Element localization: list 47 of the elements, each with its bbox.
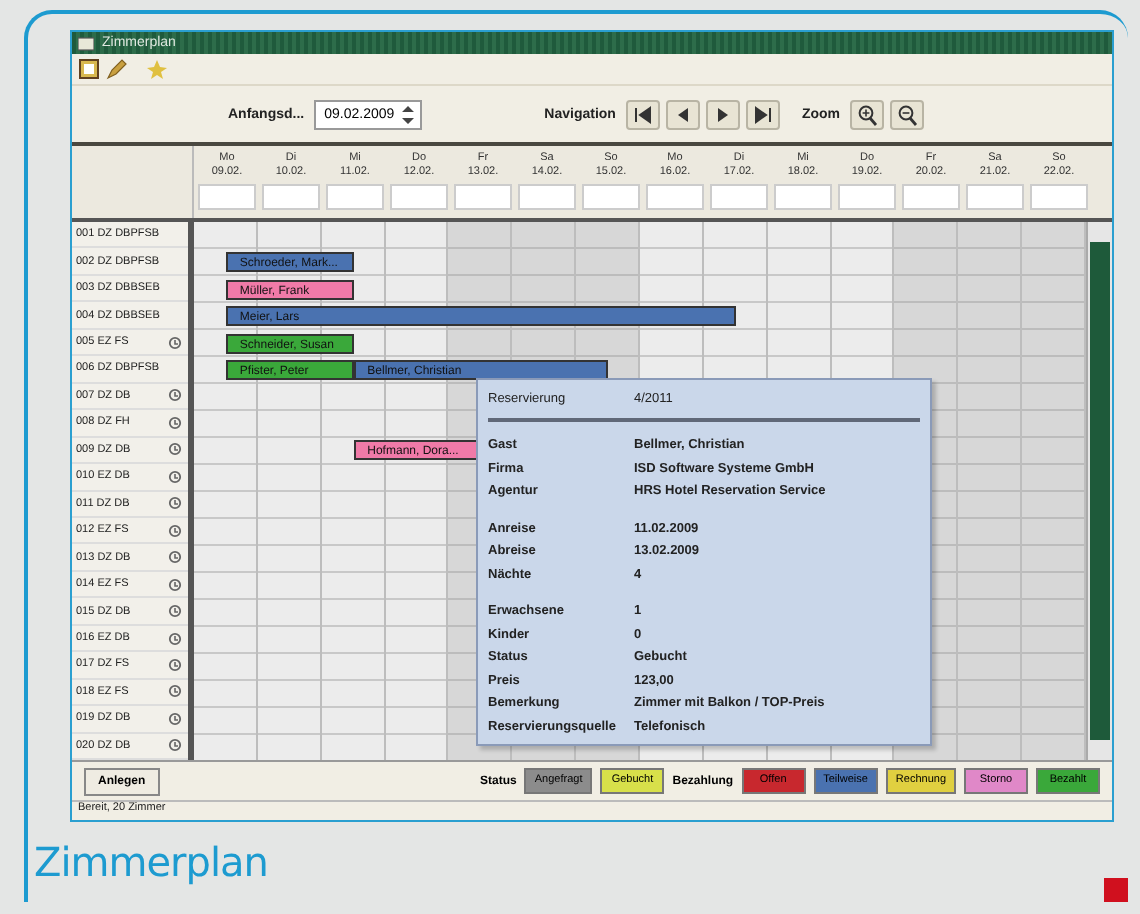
star-icon[interactable]	[146, 58, 168, 80]
clock-icon	[168, 388, 182, 403]
day-input-field[interactable]	[517, 184, 577, 210]
zoom-in-icon	[856, 103, 879, 125]
clock-icon	[168, 604, 182, 619]
day-input-field[interactable]	[645, 184, 705, 210]
clock-icon	[168, 577, 182, 592]
previous-button[interactable]	[665, 99, 700, 129]
next-button[interactable]	[705, 99, 740, 129]
vertical-scrollbar[interactable]	[1086, 222, 1112, 760]
day-input-field[interactable]	[453, 184, 513, 210]
edit-icon[interactable]	[106, 58, 128, 80]
day-input-field[interactable]	[581, 184, 641, 210]
window-icon	[78, 35, 94, 51]
zoom-in-button[interactable]	[850, 99, 885, 129]
day-input-field[interactable]	[261, 184, 321, 210]
figure-caption: Zimmerplan	[34, 838, 270, 886]
day-input-field[interactable]	[965, 184, 1025, 210]
last-page-button[interactable]	[745, 99, 780, 129]
page-marker	[1104, 878, 1128, 902]
day-input-field[interactable]	[389, 184, 449, 210]
day-input-field[interactable]	[773, 184, 833, 210]
clock-icon	[168, 469, 182, 484]
clock-icon	[168, 684, 182, 699]
clock-icon	[168, 496, 182, 511]
clock-icon	[168, 523, 182, 538]
clock-icon	[168, 415, 182, 430]
first-page-button[interactable]	[625, 99, 660, 129]
first-page-icon	[631, 103, 654, 125]
scroll-thumb[interactable]	[1090, 242, 1110, 740]
zoom-out-icon	[896, 103, 919, 125]
clock-icon	[168, 442, 182, 457]
clock-icon	[168, 335, 182, 350]
day-input-field[interactable]	[1029, 184, 1089, 210]
clock-icon	[168, 550, 182, 565]
zoom-out-button[interactable]	[890, 99, 925, 129]
day-input-field[interactable]	[197, 184, 257, 210]
last-page-icon	[751, 103, 774, 125]
day-input-field[interactable]	[901, 184, 961, 210]
clock-icon	[168, 711, 182, 726]
day-input-field[interactable]	[325, 184, 385, 210]
clock-icon	[168, 738, 182, 753]
clock-icon	[168, 631, 182, 646]
day-input-field[interactable]	[709, 184, 769, 210]
clock-icon	[168, 657, 182, 672]
day-input-field[interactable]	[837, 184, 897, 210]
spinner-icon	[400, 103, 417, 125]
